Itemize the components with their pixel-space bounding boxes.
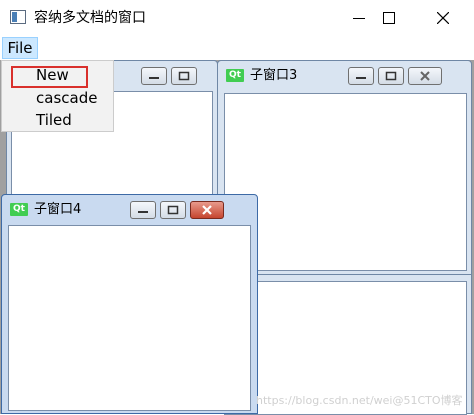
menu-item-cascade[interactable]: cascade (36, 88, 97, 108)
subwindow-4[interactable]: Qt 子窗口4 (1, 194, 258, 414)
subwindow-3-maximize-button[interactable] (378, 67, 404, 85)
maximize-icon (167, 205, 179, 215)
maximize-icon (383, 12, 395, 24)
subwindow-3-minimize-button[interactable] (348, 67, 374, 85)
menu-item-tiled[interactable]: Tiled (36, 110, 72, 130)
subwindow-1-maximize-button[interactable] (171, 67, 197, 85)
subwindow-1-minimize-button[interactable] (141, 67, 167, 85)
close-icon (420, 71, 430, 81)
subwindow-3-title: 子窗口3 (250, 68, 298, 83)
subwindow-4-minimize-button[interactable] (130, 201, 156, 219)
subwindow-3-close-button[interactable] (408, 67, 442, 85)
subwindow-4-client (8, 225, 251, 411)
subwindow-4-maximize-button[interactable] (160, 201, 186, 219)
subwindow-4-title: 子窗口4 (34, 202, 82, 217)
minimize-icon (149, 77, 159, 79)
menu-item-new[interactable]: New (36, 65, 69, 85)
window-titlebar[interactable]: 容纳多文档的窗口 (0, 0, 474, 36)
menubar: File (0, 36, 474, 60)
maximize-button[interactable] (366, 0, 412, 36)
close-button[interactable] (420, 0, 466, 36)
file-dropdown-menu: New cascade Tiled (1, 60, 114, 132)
qt-icon: Qt (226, 69, 244, 82)
minimize-icon (138, 211, 148, 213)
menu-file[interactable]: File (2, 37, 38, 59)
watermark: https://blog.csdn.net/wei@51CTO博客 (256, 394, 463, 407)
close-icon (437, 12, 449, 24)
close-icon (202, 205, 212, 215)
qt-icon: Qt (10, 203, 28, 216)
maximize-icon (178, 71, 190, 81)
subwindow-3-client (224, 93, 467, 271)
minimize-icon (353, 18, 365, 19)
minimize-icon (356, 77, 366, 79)
app-icon (10, 10, 26, 24)
maximize-icon (385, 71, 397, 81)
window-title: 容纳多文档的窗口 (34, 10, 146, 26)
subwindow-4-close-button[interactable] (190, 201, 224, 219)
